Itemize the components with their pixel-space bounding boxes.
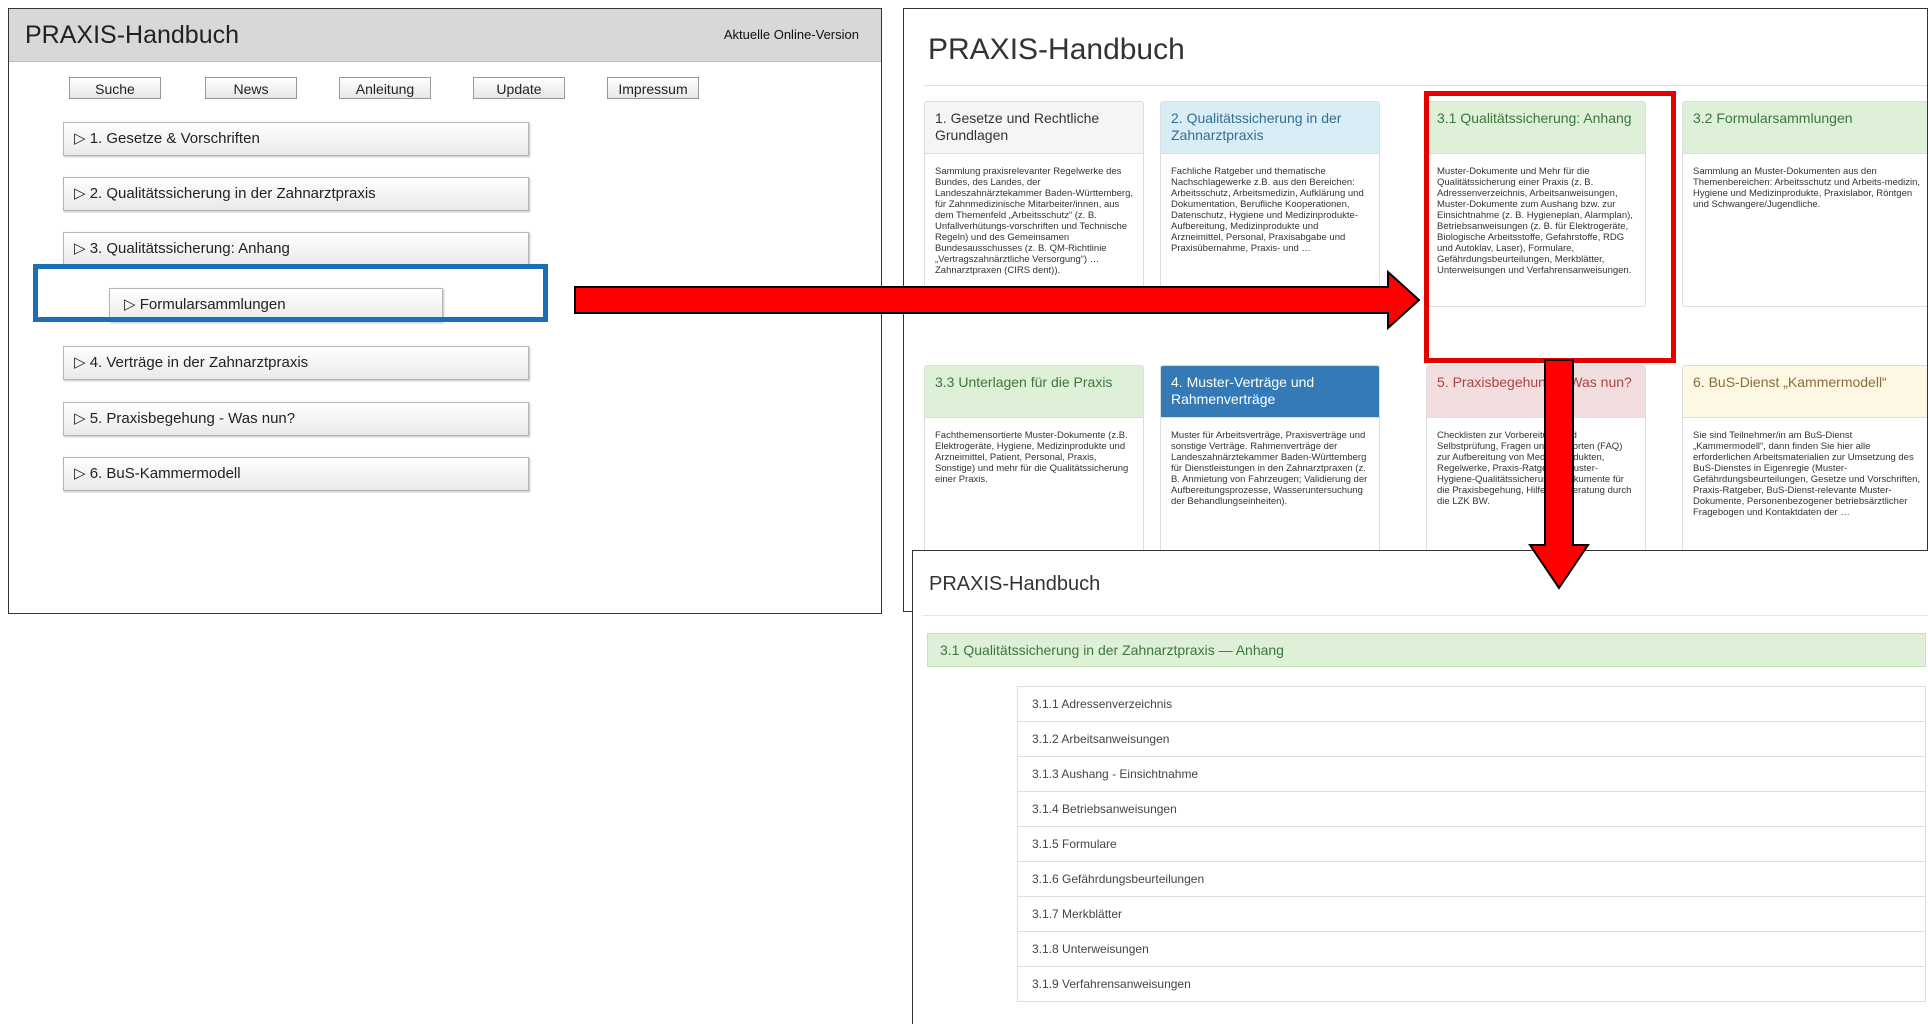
search-button[interactable]: Suche <box>69 77 161 99</box>
list-item[interactable]: 3.1.9 Verfahrensanweisungen <box>1017 966 1926 1002</box>
list-item[interactable]: 3.1.1 Adressenverzeichnis <box>1017 686 1926 722</box>
card-forms[interactable]: 3.2 Formularsammlungen Sammlung an Muste… <box>1682 101 1927 307</box>
old-menu-item-3[interactable]: ▷ 3. Qualitätssicherung: Anhang <box>63 232 529 266</box>
old-header: PRAXIS-Handbuch Aktuelle Online-Version <box>9 9 881 62</box>
list-item[interactable]: 3.1.5 Formulare <box>1017 826 1926 862</box>
detail-window: PRAXIS-Handbuch 3.1 Qualitätssicherung i… <box>912 550 1928 1024</box>
card-text: Sammlung an Muster-Dokumenten aus den Th… <box>1693 166 1921 210</box>
blue-highlight-box <box>33 264 548 322</box>
card-heading: 3.2 Formularsammlungen <box>1683 102 1927 154</box>
update-button[interactable]: Update <box>473 77 565 99</box>
card-text: Sammlung praxisrelevanter Regelwerke des… <box>935 166 1134 276</box>
old-menu-item-2[interactable]: ▷ 2. Qualitätssicherung in der Zahnarztp… <box>63 177 529 211</box>
online-version-link[interactable]: Aktuelle Online-Version <box>724 27 859 42</box>
old-menu-item-5[interactable]: ▷ 5. Praxisbegehung - Was nun? <box>63 402 529 436</box>
card-heading: 4. Muster-Verträge und Rahmenverträge <box>1161 366 1379 418</box>
card-heading: 3.3 Unterlagen für die Praxis <box>925 366 1143 418</box>
list-item[interactable]: 3.1.3 Aushang - Einsichtnahme <box>1017 756 1926 792</box>
old-menu-item-4[interactable]: ▷ 4. Verträge in der Zahnarztpraxis <box>63 346 529 380</box>
new-handbook-window: PRAXIS-Handbuch 1. Gesetze und Rechtlich… <box>903 8 1928 612</box>
old-page-title: PRAXIS-Handbuch <box>25 21 240 49</box>
guide-button[interactable]: Anleitung <box>339 77 431 99</box>
list-item[interactable]: 3.1.8 Unterweisungen <box>1017 931 1926 967</box>
card-heading: 2. Qualitätssicherung in der Zahnarztpra… <box>1161 102 1379 154</box>
detail-divider <box>923 615 1928 616</box>
card-heading: 6. BuS-Dienst „Kammermodell“ <box>1683 366 1927 418</box>
list-item[interactable]: 3.1.6 Gefährdungsbeurteilungen <box>1017 861 1926 897</box>
news-button[interactable]: News <box>205 77 297 99</box>
title-divider <box>924 85 1927 86</box>
card-text: Fachliche Ratgeber und thematische Nachs… <box>1171 166 1364 254</box>
document-list: 3.1.1 Adressenverzeichnis 3.1.2 Arbeitsa… <box>1017 686 1926 1002</box>
card-quality[interactable]: 2. Qualitätssicherung in der Zahnarztpra… <box>1160 101 1380 307</box>
card-laws[interactable]: 1. Gesetze und Rechtliche Grundlagen Sam… <box>924 101 1144 307</box>
imprint-button[interactable]: Impressum <box>607 77 699 99</box>
list-item[interactable]: 3.1.2 Arbeitsanweisungen <box>1017 721 1926 757</box>
old-menu-item-1[interactable]: ▷ 1. Gesetze & Vorschriften <box>63 122 529 156</box>
card-heading: 1. Gesetze und Rechtliche Grundlagen <box>925 102 1143 154</box>
detail-page-title: PRAXIS-Handbuch <box>929 573 1101 595</box>
card-text: Checklisten zur Vorbereitung und Selbstp… <box>1437 430 1632 507</box>
old-menu-item-6[interactable]: ▷ 6. BuS-Kammermodell <box>63 457 529 491</box>
card-text: Sie sind Teilnehmer/in am BuS-Dienst „Ka… <box>1693 430 1921 518</box>
card-heading: 5. Praxisbegehung – Was nun? <box>1427 366 1645 418</box>
card-text: Fachthemensortierte Muster-Dokumente (z.… <box>935 430 1129 485</box>
red-highlight-box <box>1424 91 1676 363</box>
list-item[interactable]: 3.1.7 Merkblätter <box>1017 896 1926 932</box>
new-page-title: PRAXIS-Handbuch <box>928 33 1185 66</box>
card-text: Muster für Arbeitsverträge, Praxisverträ… <box>1171 430 1368 507</box>
list-item[interactable]: 3.1.4 Betriebsanweisungen <box>1017 791 1926 827</box>
section-heading: 3.1 Qualitätssicherung in der Zahnarztpr… <box>927 633 1926 667</box>
